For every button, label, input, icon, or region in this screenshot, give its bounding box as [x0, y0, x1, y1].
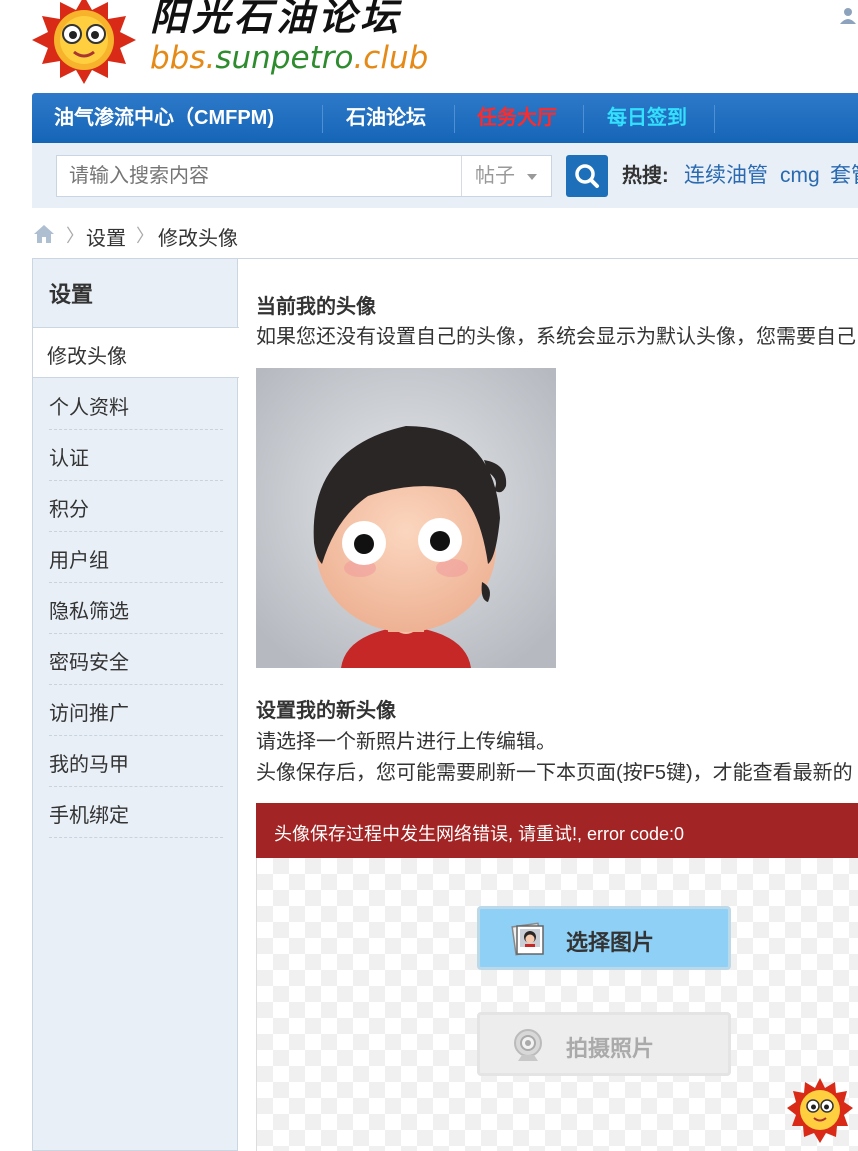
home-icon[interactable] [32, 223, 56, 245]
sidebar-item-label: 用户组 [49, 550, 109, 572]
search-input[interactable] [69, 156, 449, 196]
sidebar-item-label: 积分 [49, 499, 89, 521]
select-image-label: 选择图片 [566, 930, 655, 955]
site-logo[interactable]: 阳光石油论坛 bbs.sunpetro.club [30, 0, 440, 86]
new-avatar-title: 设置我的新头像 [256, 700, 396, 722]
sun-mascot-icon[interactable] [786, 1077, 854, 1145]
new-avatar-instruction: 请选择一个新照片进行上传编辑。 [256, 731, 556, 753]
default-avatar-icon [256, 368, 556, 668]
sidebar-item-privacy[interactable]: 隐私筛选 [49, 583, 223, 634]
sidebar-item-label: 修改头像 [47, 346, 127, 368]
nav-item-task-hall[interactable]: 任务大厅 [477, 93, 557, 143]
breadcrumb-separator: 〉 [66, 226, 84, 246]
sidebar-item-label: 密码安全 [49, 652, 129, 674]
sidebar-item-profile[interactable]: 个人资料 [49, 379, 223, 430]
main-nav: 油气渗流中心（CMFPM) 石油论坛 任务大厅 每日签到 [32, 93, 858, 143]
nav-divider [714, 105, 715, 133]
sidebar-item-avatar[interactable]: 修改头像 [33, 327, 239, 378]
chevron-down-icon [527, 174, 537, 180]
hot-search-label: 热搜: [622, 165, 669, 187]
new-avatar-refresh-note: 头像保存后，您可能需要刷新一下本页面(按F5键)，才能查看最新的 [256, 762, 853, 784]
photo-icon [511, 922, 544, 956]
current-avatar-image [256, 368, 556, 668]
upload-error-banner: 头像保存过程中发生网络错误, 请重试!, error code:0 [256, 803, 858, 858]
sidebar-item-promotion[interactable]: 访问推广 [49, 685, 223, 736]
user-icon[interactable] [838, 6, 858, 24]
take-photo-label: 拍摄照片 [566, 1036, 655, 1061]
breadcrumb-separator: 〉 [136, 226, 154, 246]
nav-divider [322, 105, 323, 133]
hot-search-link[interactable]: 套管 [830, 155, 858, 197]
nav-item-daily-checkin[interactable]: 每日签到 [607, 93, 687, 143]
sidebar-item-usergroup[interactable]: 用户组 [49, 532, 223, 583]
sidebar-item-label: 手机绑定 [49, 805, 129, 827]
breadcrumb-current: 修改头像 [158, 228, 238, 250]
nav-item-cmfpm[interactable]: 油气渗流中心（CMFPM) [54, 93, 274, 143]
main-content: 当前我的头像 如果您还没有设置自己的头像，系统会显示为默认头像，您需要自己 设置… [256, 258, 858, 1151]
sidebar-item-phone-binding[interactable]: 手机绑定 [49, 787, 223, 838]
sidebar-item-label: 访问推广 [49, 703, 129, 725]
search-bar: 帖子 热搜: 连续油管 cmg 套管 [32, 143, 858, 208]
hot-search-link[interactable]: 连续油管 [684, 155, 768, 197]
logo-url: bbs.sunpetro.club [150, 40, 429, 76]
logo-chinese-title: 阳光石油论坛 [150, 0, 403, 39]
sidebar-item-label: 认证 [49, 448, 89, 470]
webcam-icon [514, 1029, 542, 1061]
current-avatar-title: 当前我的头像 [256, 296, 376, 318]
search-button[interactable] [566, 155, 608, 197]
settings-sidebar: 设置 修改头像 个人资料 认证 积分 用户组 隐私筛选 密码安全 访问推广 我的… [32, 258, 239, 1151]
search-type-select[interactable]: 帖子 [461, 156, 551, 196]
error-message: 头像保存过程中发生网络错误, 请重试!, error code:0 [274, 824, 685, 844]
nav-divider [583, 105, 584, 133]
sun-mascot-icon [32, 0, 136, 84]
search-box: 帖子 [56, 155, 552, 197]
sidebar-item-label: 我的马甲 [49, 754, 129, 776]
sidebar-item-credits[interactable]: 积分 [49, 481, 223, 532]
sidebar-item-verify[interactable]: 认证 [49, 430, 223, 481]
sidebar-item-label: 个人资料 [49, 397, 129, 419]
nav-item-oil-forum[interactable]: 石油论坛 [346, 93, 426, 143]
sidebar-item-alt-accounts[interactable]: 我的马甲 [49, 736, 223, 787]
select-image-button[interactable]: 选择图片 [477, 906, 731, 970]
current-avatar-description: 如果您还没有设置自己的头像，系统会显示为默认头像，您需要自己 [256, 326, 856, 348]
sidebar-item-password[interactable]: 密码安全 [49, 634, 223, 685]
sidebar-title: 设置 [49, 282, 94, 307]
hot-search-link[interactable]: cmg [780, 155, 820, 197]
search-icon [575, 164, 599, 188]
avatar-upload-panel: 选择图片 拍摄照片 [256, 858, 858, 1151]
nav-divider [454, 105, 455, 133]
sidebar-item-label: 隐私筛选 [49, 601, 129, 623]
take-photo-button[interactable]: 拍摄照片 [477, 1012, 731, 1076]
search-type-label: 帖子 [475, 165, 515, 187]
breadcrumb-settings[interactable]: 设置 [86, 222, 126, 251]
